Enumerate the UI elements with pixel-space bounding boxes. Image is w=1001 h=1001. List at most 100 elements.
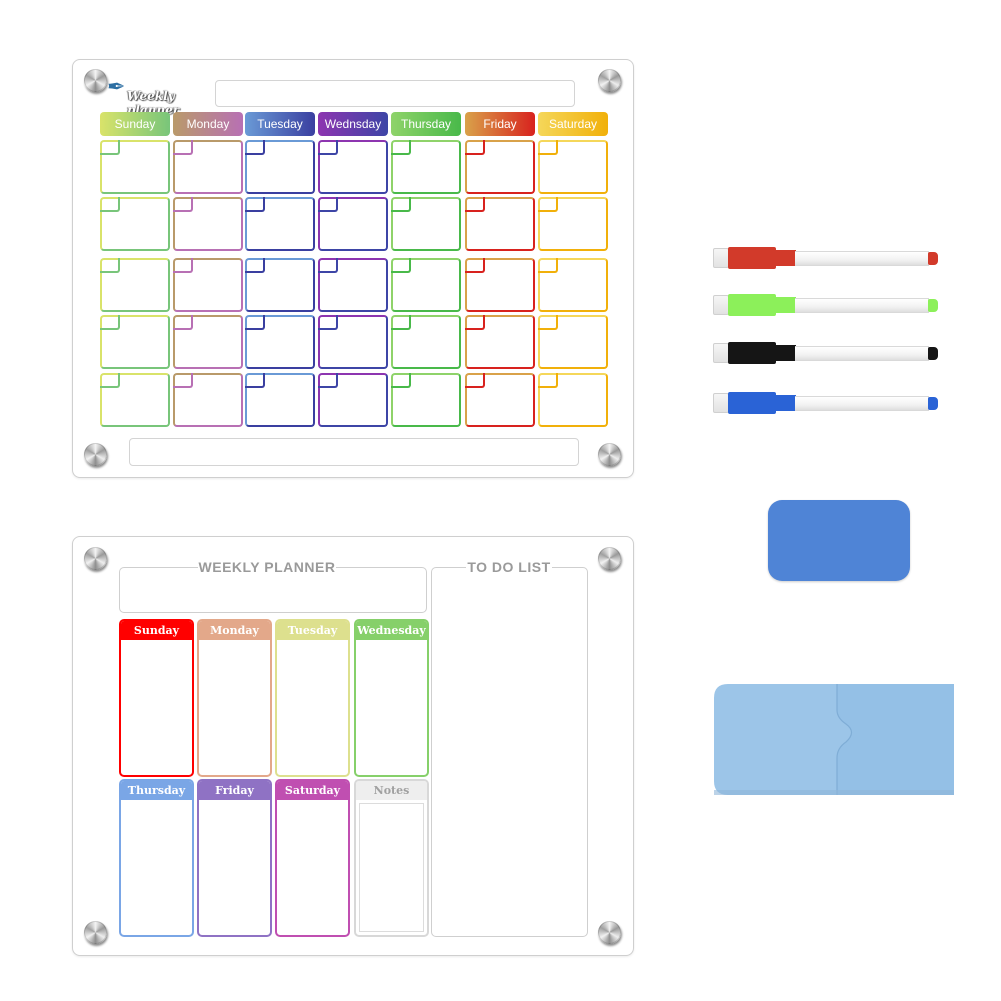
calendar-cell[interactable] [538, 373, 608, 427]
marker-eraser-end [713, 393, 729, 413]
marker-holder [714, 684, 954, 795]
date-corner-box [465, 315, 485, 330]
red-marker [713, 247, 939, 269]
date-corner-box [318, 197, 338, 212]
calendar-cell[interactable] [245, 373, 315, 427]
day-box-saturday[interactable]: Saturday [275, 779, 350, 937]
date-corner-box [173, 197, 193, 212]
day-header-monday: Monday [173, 112, 243, 136]
day-box-friday[interactable]: Friday [197, 779, 272, 937]
date-corner-box [391, 197, 411, 212]
date-corner-box [391, 140, 411, 155]
calendar-cell[interactable] [391, 197, 461, 251]
monthly-planner-board: ✒ Weekly planner Sunday Monday Tuesday Wedn… [72, 59, 634, 478]
day-header-sunday: Sunday [100, 112, 170, 136]
calendar-cell[interactable] [465, 373, 535, 427]
calendar-cell[interactable] [100, 258, 170, 312]
date-corner-box [318, 315, 338, 330]
day-label: Sunday [121, 621, 192, 640]
date-corner-box [173, 258, 193, 273]
date-corner-box [391, 258, 411, 273]
title-field[interactable] [215, 80, 575, 107]
calendar-cell[interactable] [318, 373, 388, 427]
todo-list-heading: TO DO LIST [466, 559, 552, 575]
calendar-cell[interactable] [100, 315, 170, 369]
calendar-cell[interactable] [100, 373, 170, 427]
date-corner-box [245, 140, 265, 155]
day-label: Tuesday [277, 621, 348, 640]
date-corner-box [245, 197, 265, 212]
date-corner-box [318, 258, 338, 273]
day-label: Saturday [277, 781, 348, 800]
calendar-cell[interactable] [245, 140, 315, 194]
date-corner-box [465, 258, 485, 273]
date-corner-box [465, 373, 485, 388]
marker-cap [728, 342, 776, 364]
weekly-planner-heading: WEEKLY PLANNER [198, 559, 336, 575]
marker-neck [775, 250, 796, 266]
day-box-wednesday[interactable]: Wednesday [354, 619, 429, 777]
todo-list-box[interactable] [431, 567, 588, 937]
calendar-cell[interactable] [173, 140, 243, 194]
calendar-cell[interactable] [318, 315, 388, 369]
calendar-cell[interactable] [173, 373, 243, 427]
screw-icon [84, 921, 107, 944]
marker-tip [928, 299, 938, 312]
calendar-cell[interactable] [100, 140, 170, 194]
notes-inner-area [359, 803, 424, 932]
date-corner-box [538, 258, 558, 273]
calendar-cell[interactable] [100, 197, 170, 251]
day-label: Monday [199, 621, 270, 640]
calendar-cell[interactable] [318, 258, 388, 312]
calendar-cell[interactable] [538, 315, 608, 369]
marker-cap [728, 247, 776, 269]
day-box-tuesday[interactable]: Tuesday [275, 619, 350, 777]
calendar-cell[interactable] [318, 140, 388, 194]
day-header-thursday: Thursday [391, 112, 461, 136]
calendar-cell[interactable] [538, 258, 608, 312]
notes-label: Notes [356, 781, 427, 800]
date-corner-box [538, 373, 558, 388]
notes-box[interactable]: Notes [354, 779, 429, 937]
calendar-cell[interactable] [465, 258, 535, 312]
calendar-cell[interactable] [245, 258, 315, 312]
date-corner-box [173, 315, 193, 330]
date-corner-box [173, 140, 193, 155]
calendar-cell[interactable] [538, 197, 608, 251]
date-corner-box [465, 197, 485, 212]
calendar-cell[interactable] [465, 197, 535, 251]
screw-icon [84, 69, 107, 92]
date-corner-box [465, 140, 485, 155]
date-corner-box [318, 140, 338, 155]
hummingbird-icon: ✒ [107, 74, 126, 99]
date-corner-box [318, 373, 338, 388]
calendar-cell[interactable] [465, 140, 535, 194]
day-box-sunday[interactable]: Sunday [119, 619, 194, 777]
calendar-cell[interactable] [465, 315, 535, 369]
footer-note-field[interactable] [129, 438, 579, 466]
marker-barrel [795, 251, 929, 266]
date-corner-box [538, 315, 558, 330]
calendar-cell[interactable] [391, 373, 461, 427]
calendar-cell[interactable] [173, 197, 243, 251]
blue-marker [713, 392, 939, 414]
marker-neck [775, 395, 796, 411]
day-box-thursday[interactable]: Thursday [119, 779, 194, 937]
date-corner-box [391, 373, 411, 388]
calendar-cell[interactable] [391, 140, 461, 194]
holder-flap [837, 684, 954, 795]
calendar-cell[interactable] [538, 140, 608, 194]
day-box-monday[interactable]: Monday [197, 619, 272, 777]
calendar-cell[interactable] [318, 197, 388, 251]
calendar-cell[interactable] [173, 258, 243, 312]
calendar-cell[interactable] [391, 315, 461, 369]
calendar-cell[interactable] [173, 315, 243, 369]
marker-eraser-end [713, 295, 729, 315]
marker-cap [728, 392, 776, 414]
marker-tip [928, 347, 938, 360]
marker-cap [728, 294, 776, 316]
calendar-cell[interactable] [245, 315, 315, 369]
calendar-cell[interactable] [245, 197, 315, 251]
calendar-cell[interactable] [391, 258, 461, 312]
date-corner-box [538, 140, 558, 155]
